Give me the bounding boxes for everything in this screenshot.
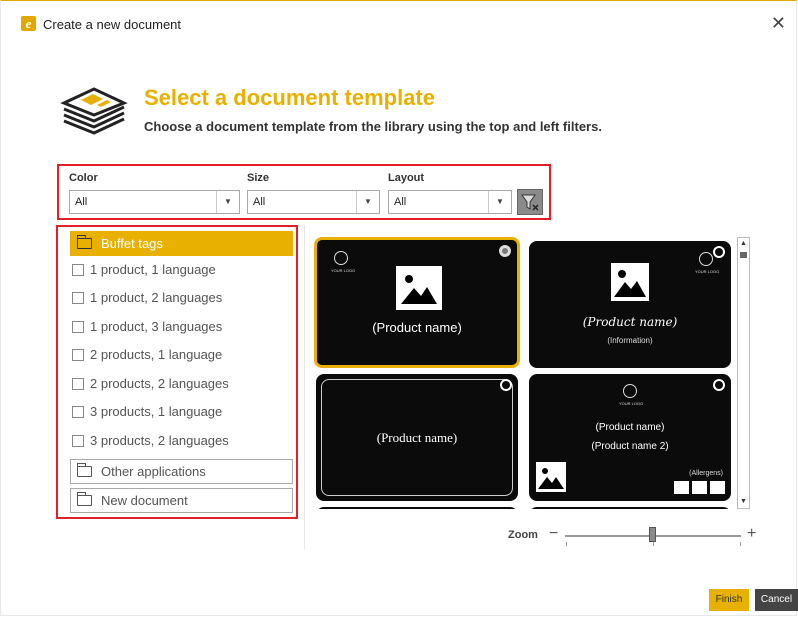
- checkbox[interactable]: [72, 378, 84, 390]
- chevron-down-icon[interactable]: ▼: [216, 191, 239, 213]
- zoom-slider-thumb[interactable]: [649, 527, 656, 542]
- folder-other-applications[interactable]: Other applications: [70, 459, 293, 484]
- template-card[interactable]: [529, 507, 731, 509]
- template-scrollbar[interactable]: ▲ ▼: [737, 237, 750, 509]
- folder-new-document[interactable]: New document: [70, 488, 293, 513]
- category-label: 1 product, 2 languages: [90, 290, 223, 305]
- window-title: Create a new document: [43, 17, 182, 32]
- allergen-icon: [692, 481, 707, 494]
- template-product-name: (Product name): [376, 430, 458, 445]
- color-filter-value: All: [75, 196, 88, 208]
- logo-text: YOUR LOGO: [331, 268, 356, 273]
- layout-filter-select[interactable]: All ▼: [388, 190, 512, 214]
- logo-placeholder-icon: [699, 252, 713, 266]
- checkbox[interactable]: [72, 264, 84, 276]
- allergen-icon: [674, 481, 689, 494]
- scroll-down-icon[interactable]: ▼: [738, 496, 749, 508]
- folder-buffet-tags[interactable]: Buffet tags: [70, 231, 293, 256]
- size-filter-value: All: [253, 196, 266, 208]
- radio-button[interactable]: [499, 245, 511, 257]
- layout-filter-value: All: [394, 196, 407, 208]
- template-grid: YOUR LOGO (Product name) YOUR LOGO (Prod…: [314, 237, 734, 509]
- allergens-label: (Allergens): [689, 470, 723, 477]
- zoom-tick: [566, 542, 567, 546]
- template-card[interactable]: (Product name): [316, 374, 518, 501]
- template-card[interactable]: [316, 507, 518, 509]
- color-filter-select[interactable]: All ▼: [69, 190, 240, 214]
- folder-icon: [76, 463, 92, 477]
- checkbox[interactable]: [72, 292, 84, 304]
- checkbox[interactable]: [72, 435, 84, 447]
- allergen-icon: [710, 481, 725, 494]
- template-info: (Information): [607, 336, 653, 345]
- color-filter-label: Color: [69, 172, 98, 184]
- zoom-label: Zoom: [508, 529, 538, 541]
- template-product-name: (Product name): [582, 315, 678, 329]
- folder-label: Other applications: [101, 464, 206, 479]
- template-product-name: (Product name): [372, 320, 462, 335]
- zoom-tick: [653, 542, 654, 546]
- folder-label: Buffet tags: [101, 236, 163, 251]
- app-logo-icon: e: [21, 16, 36, 31]
- finish-button[interactable]: Finish: [709, 589, 749, 611]
- dialog-window: e Create a new document ✕ Select a docum…: [0, 0, 798, 616]
- page-title: Select a document template: [144, 85, 435, 110]
- layout-filter-label: Layout: [388, 172, 425, 184]
- template-product-name: (Product name): [595, 422, 665, 433]
- category-label: 1 product, 3 languages: [90, 319, 223, 334]
- radio-button[interactable]: [500, 379, 512, 391]
- filter-bar: Color All ▼ Size All ▼ Layout All ▼: [57, 164, 551, 220]
- checkbox[interactable]: [72, 349, 84, 361]
- logo-text: YOUR LOGO: [695, 269, 720, 274]
- logo-placeholder-icon: [623, 384, 637, 398]
- template-product-name-2: (Product name 2): [591, 441, 669, 452]
- stack-of-documents-icon: [60, 87, 128, 135]
- image-placeholder-icon: [396, 266, 442, 310]
- template-card[interactable]: YOUR LOGO (Product name) (Information): [529, 241, 731, 368]
- category-label: 1 product, 1 language: [90, 262, 216, 277]
- template-card[interactable]: YOUR LOGO (Product name): [314, 237, 520, 368]
- scroll-up-icon[interactable]: ▲: [738, 238, 749, 250]
- chevron-down-icon[interactable]: ▼: [356, 191, 379, 213]
- image-placeholder-icon: [536, 462, 566, 492]
- folder-icon: [76, 235, 92, 249]
- page-subtitle: Choose a document template from the libr…: [144, 119, 602, 134]
- close-icon[interactable]: ✕: [771, 13, 786, 34]
- radio-button[interactable]: [713, 246, 725, 258]
- panel-divider: [304, 225, 305, 549]
- logo-placeholder-icon: [334, 251, 348, 265]
- filter-clear-icon: [521, 194, 539, 211]
- folder-icon: [76, 492, 92, 506]
- category-label: 3 products, 1 language: [90, 404, 223, 419]
- zoom-in-icon[interactable]: +: [747, 525, 756, 543]
- folder-label: New document: [101, 493, 188, 508]
- checkbox[interactable]: [72, 321, 84, 333]
- zoom-out-icon[interactable]: −: [549, 525, 558, 543]
- zoom-tick: [740, 542, 741, 546]
- radio-button[interactable]: [713, 379, 725, 391]
- template-card[interactable]: YOUR LOGO (Product name) (Product name 2…: [529, 374, 731, 501]
- filter-clear-button[interactable]: [517, 189, 543, 215]
- category-label: 2 products, 2 languages: [90, 376, 229, 391]
- category-label: 2 products, 1 language: [90, 347, 223, 362]
- checkbox[interactable]: [72, 406, 84, 418]
- category-panel: Buffet tags 1 product, 1 language 1 prod…: [56, 225, 298, 519]
- scroll-thumb[interactable]: [740, 252, 747, 258]
- chevron-down-icon[interactable]: ▼: [488, 191, 511, 213]
- size-filter-select[interactable]: All ▼: [247, 190, 380, 214]
- image-placeholder-icon: [611, 263, 649, 301]
- cancel-button[interactable]: Cancel: [755, 589, 798, 611]
- category-label: 3 products, 2 languages: [90, 433, 229, 448]
- size-filter-label: Size: [247, 172, 270, 184]
- title-bar: e Create a new document ✕: [1, 1, 796, 35]
- logo-text: YOUR LOGO: [619, 401, 644, 406]
